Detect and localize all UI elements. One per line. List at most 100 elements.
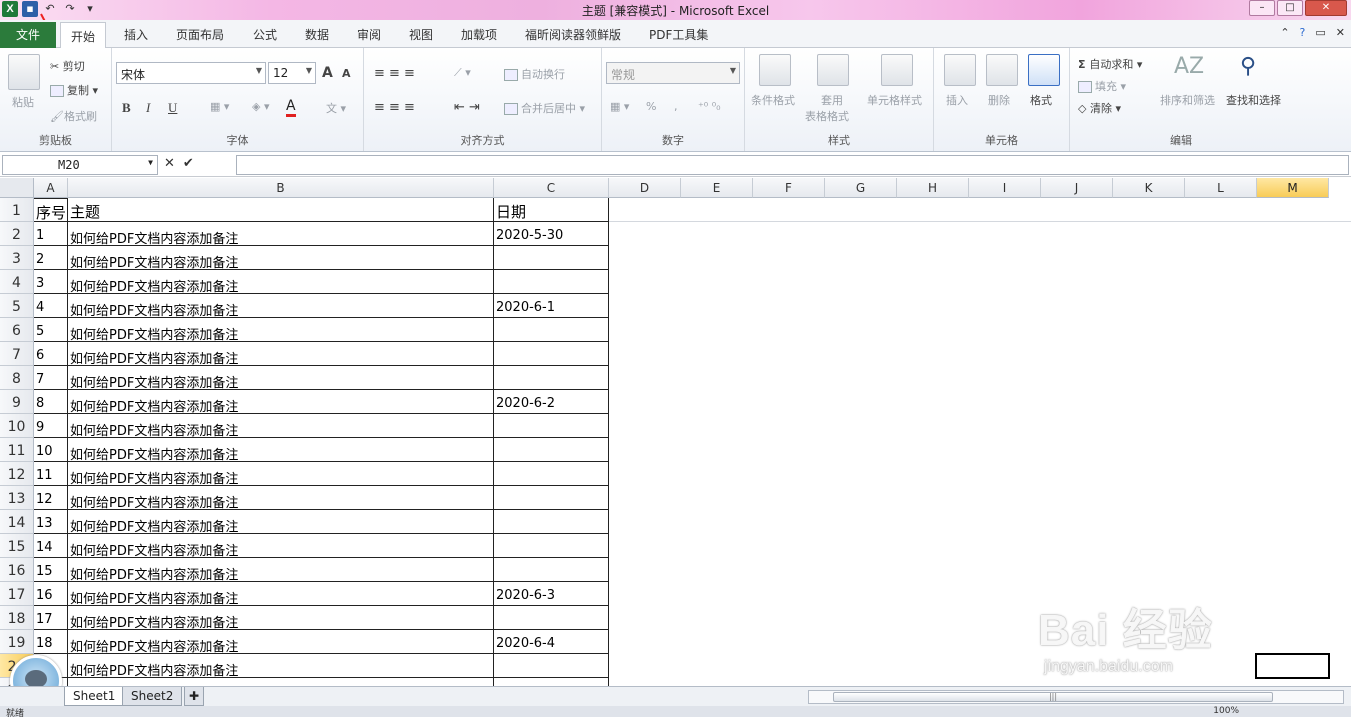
fill-color-icon[interactable]: ◈ ▾ xyxy=(252,100,269,113)
cell-c16[interactable] xyxy=(494,558,609,582)
tab-review[interactable]: 审阅 xyxy=(357,26,381,43)
cell-c21[interactable] xyxy=(494,678,609,686)
column-header-l[interactable]: L xyxy=(1185,178,1257,198)
cell-styles-button[interactable]: 单元格样式 xyxy=(867,92,922,108)
cell-c20[interactable] xyxy=(494,654,609,678)
cell-b6[interactable]: 如何给PDF文档内容添加备注 xyxy=(68,318,494,342)
italic-button[interactable]: I xyxy=(146,100,150,116)
tab-file[interactable]: 文件 xyxy=(0,22,56,48)
row-header[interactable]: 1 xyxy=(0,198,34,222)
cell-a7[interactable]: 6 xyxy=(34,342,68,366)
cell-a18[interactable]: 17 xyxy=(34,606,68,630)
column-header-k[interactable]: K xyxy=(1113,178,1185,198)
copy-button[interactable]: 复制 ▾ xyxy=(50,82,98,98)
cell-b1[interactable]: 主题 xyxy=(68,198,494,222)
shrink-font-button[interactable]: A xyxy=(342,67,351,80)
percent-button[interactable]: % xyxy=(646,100,656,113)
cell-c11[interactable] xyxy=(494,438,609,462)
tab-home[interactable]: 开始 xyxy=(60,22,107,49)
maximize-button[interactable]: □ xyxy=(1277,0,1303,16)
sheet-tab-1[interactable]: Sheet1 xyxy=(64,687,125,706)
cell-a14[interactable]: 13 xyxy=(34,510,68,534)
cell-b10[interactable]: 如何给PDF文档内容添加备注 xyxy=(68,414,494,438)
align-top-icon[interactable]: ≡ ≡ ≡ xyxy=(374,66,415,81)
cancel-icon[interactable]: ✕ xyxy=(164,156,175,171)
help-icon[interactable]: ? xyxy=(1300,26,1306,39)
row-header[interactable]: 4 xyxy=(0,270,34,294)
tab-formulas[interactable]: 公式 xyxy=(253,26,277,43)
row-header[interactable]: 5 xyxy=(0,294,34,318)
cell-c12[interactable] xyxy=(494,462,609,486)
phonetic-icon[interactable]: 文 ▾ xyxy=(326,100,346,116)
cell-a16[interactable]: 15 xyxy=(34,558,68,582)
cell-a2[interactable]: 1 xyxy=(34,222,68,246)
cell-b11[interactable]: 如何给PDF文档内容添加备注 xyxy=(68,438,494,462)
cell-a10[interactable]: 9 xyxy=(34,414,68,438)
sheet-tab-2[interactable]: Sheet2 xyxy=(122,687,183,706)
select-all-corner[interactable] xyxy=(0,178,34,198)
comma-button[interactable]: , xyxy=(674,100,678,113)
row-header[interactable]: 7 xyxy=(0,342,34,366)
tab-data[interactable]: 数据 xyxy=(305,26,329,43)
column-header-f[interactable]: F xyxy=(753,178,825,198)
wrap-text-button[interactable]: 自动换行 xyxy=(504,66,565,82)
cell-c19[interactable]: 2020-6-4 xyxy=(494,630,609,654)
delete-cells-button[interactable]: 删除 xyxy=(988,92,1010,108)
column-header-g[interactable]: G xyxy=(825,178,897,198)
row-header[interactable]: 12 xyxy=(0,462,34,486)
cell-c13[interactable] xyxy=(494,486,609,510)
autosum-button[interactable]: Σ 自动求和 ▾ xyxy=(1078,56,1142,72)
cell-c10[interactable] xyxy=(494,414,609,438)
row-header[interactable]: 18 xyxy=(0,606,34,630)
cell-a13[interactable]: 12 xyxy=(34,486,68,510)
insert-cells-button[interactable]: 插入 xyxy=(946,92,968,108)
cell-b17[interactable]: 如何给PDF文档内容添加备注 xyxy=(68,582,494,606)
name-box[interactable]: M20 ▼ xyxy=(2,155,158,175)
grow-font-button[interactable]: A xyxy=(322,65,333,81)
cell-c18[interactable] xyxy=(494,606,609,630)
merge-center-button[interactable]: 合并后居中 ▾ xyxy=(504,100,585,116)
cell-c6[interactable] xyxy=(494,318,609,342)
cell-b20[interactable]: 如何给PDF文档内容添加备注 xyxy=(68,654,494,678)
enter-icon[interactable]: ✔ xyxy=(183,156,194,171)
cell-c8[interactable] xyxy=(494,366,609,390)
column-header-e[interactable]: E xyxy=(681,178,753,198)
column-header-d[interactable]: D xyxy=(609,178,681,198)
cell-a8[interactable]: 7 xyxy=(34,366,68,390)
bold-button[interactable]: B xyxy=(122,100,131,116)
cell-a1[interactable]: 序号 xyxy=(34,198,68,222)
sort-filter-button[interactable]: 排序和筛选 xyxy=(1160,92,1215,108)
column-header-b[interactable]: B xyxy=(68,178,494,198)
restore-icon[interactable]: ▭ xyxy=(1315,26,1325,39)
close-workbook-icon[interactable]: ✕ xyxy=(1336,26,1345,39)
cell-b14[interactable]: 如何给PDF文档内容添加备注 xyxy=(68,510,494,534)
column-header-h[interactable]: H xyxy=(897,178,969,198)
tab-addins[interactable]: 加载项 xyxy=(461,26,497,43)
cell-a5[interactable]: 4 xyxy=(34,294,68,318)
close-button[interactable]: ✕ xyxy=(1305,0,1347,16)
tab-pdf-tools[interactable]: PDF工具集 xyxy=(649,26,708,43)
clear-button[interactable]: ◇ 清除 ▾ xyxy=(1078,100,1121,116)
cell-c4[interactable] xyxy=(494,270,609,294)
cell-b2[interactable]: 如何给PDF文档内容添加备注 xyxy=(68,222,494,246)
cell-c7[interactable] xyxy=(494,342,609,366)
cell-c2[interactable]: 2020-5-30 xyxy=(494,222,609,246)
cell-b21[interactable]: 如何给PDF文档内容添加备注 xyxy=(68,678,494,686)
cell-b16[interactable]: 如何给PDF文档内容添加备注 xyxy=(68,558,494,582)
cell-a19[interactable]: 18 xyxy=(34,630,68,654)
collapse-ribbon-icon[interactable]: ⌃ xyxy=(1280,26,1289,39)
indent-icon[interactable]: ⇤ ⇥ xyxy=(454,100,480,115)
cell-b18[interactable]: 如何给PDF文档内容添加备注 xyxy=(68,606,494,630)
cell-b8[interactable]: 如何给PDF文档内容添加备注 xyxy=(68,366,494,390)
font-size-select[interactable]: 12 ▼ xyxy=(268,62,316,84)
conditional-format-button[interactable]: 条件格式 xyxy=(751,92,795,108)
find-select-button[interactable]: 查找和选择 xyxy=(1226,92,1281,108)
zoom-level[interactable]: 100% xyxy=(1213,706,1239,716)
cell-c17[interactable]: 2020-6-3 xyxy=(494,582,609,606)
row-header[interactable]: 3 xyxy=(0,246,34,270)
cell-a12[interactable]: 11 xyxy=(34,462,68,486)
cell-b19[interactable]: 如何给PDF文档内容添加备注 xyxy=(68,630,494,654)
currency-icon[interactable]: ▦ ▾ xyxy=(610,100,629,113)
format-painter-button[interactable]: 🖌格式刷 xyxy=(50,108,97,124)
font-name-select[interactable]: 宋体 ▼ xyxy=(116,62,266,84)
